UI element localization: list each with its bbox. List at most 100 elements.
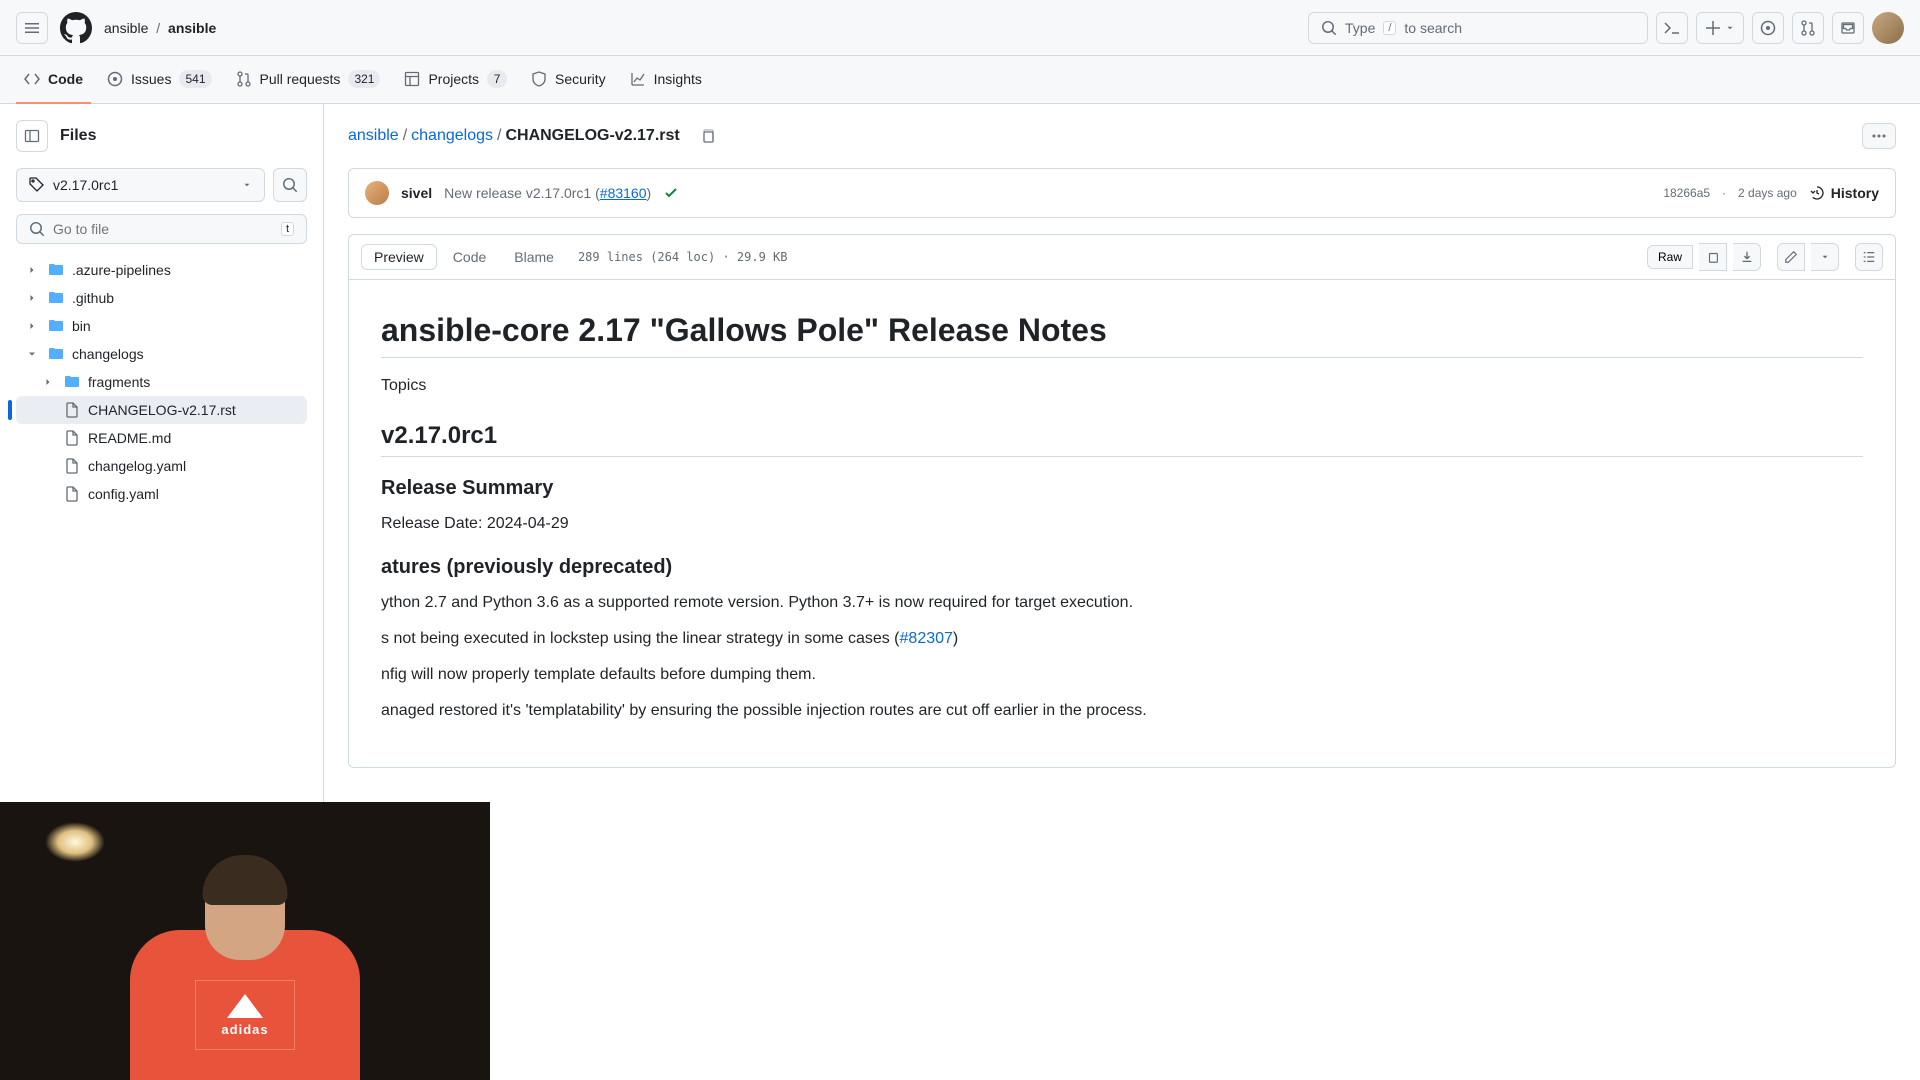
history-button[interactable]: History (1809, 185, 1879, 201)
tree-item-config-yaml[interactable]: config.yaml (16, 480, 307, 508)
hamburger-menu-button[interactable] (16, 12, 48, 44)
path-root-link[interactable]: ansible (348, 127, 399, 145)
create-new-button[interactable] (1696, 12, 1744, 44)
tree-item--azure-pipelines[interactable]: .azure-pipelines (16, 256, 307, 284)
file-icon (64, 486, 80, 502)
tab-blame[interactable]: Blame (502, 244, 566, 270)
issues-count-badge: 541 (179, 70, 211, 88)
tab-preview[interactable]: Preview (361, 244, 437, 270)
global-search-input[interactable]: Type / to search (1308, 12, 1648, 44)
tab-insights[interactable]: Insights (622, 56, 710, 104)
tree-item-changelog-yaml[interactable]: changelog.yaml (16, 452, 307, 480)
doc-bug-3: anaged restored it's 'templatability' by… (381, 699, 1863, 723)
projects-count-badge: 7 (487, 70, 507, 88)
copy-path-button[interactable] (692, 120, 724, 152)
tree-item-changelog-v2-17-rst[interactable]: CHANGELOG-v2.17.rst (16, 396, 307, 424)
inbox-button[interactable] (1832, 12, 1864, 44)
tab-insights-label: Insights (654, 71, 702, 87)
doc-h2-version: v2.17.0rc1 (381, 422, 1863, 457)
folder-icon (64, 374, 80, 390)
file-icon (64, 458, 80, 474)
tree-item--github[interactable]: .github (16, 284, 307, 312)
chevron-down-icon (1725, 23, 1735, 33)
commit-time: 2 days ago (1738, 186, 1797, 200)
tree-item-changelogs[interactable]: changelogs (16, 340, 307, 368)
tab-issues[interactable]: Issues 541 (99, 56, 220, 104)
edit-dropdown-button[interactable] (1811, 243, 1839, 271)
file-path-breadcrumb: ansible / changelogs / CHANGELOG-v2.17.r… (348, 120, 724, 152)
branch-name: v2.17.0rc1 (53, 177, 118, 193)
outline-button[interactable] (1855, 243, 1883, 271)
tab-pulls-label: Pull requests (260, 71, 341, 87)
doc-h1: ansible-core 2.17 "Gallows Pole" Release… (381, 312, 1863, 358)
chevron-down-icon (242, 180, 252, 190)
commit-sha[interactable]: 18266a5 (1663, 186, 1710, 200)
chevron-icon (40, 376, 56, 388)
doc-release-date: Release Date: 2024-04-29 (381, 512, 1863, 536)
chevron-icon (24, 292, 40, 304)
tab-pull-requests[interactable]: Pull requests 321 (228, 56, 389, 104)
download-button[interactable] (1733, 243, 1761, 271)
command-palette-button[interactable] (1656, 12, 1688, 44)
tree-item-label: changelogs (72, 346, 144, 362)
raw-button[interactable]: Raw (1647, 245, 1693, 269)
issues-button[interactable] (1752, 12, 1784, 44)
tree-item-readme-md[interactable]: README.md (16, 424, 307, 452)
doc-h3-removed: atures (previously deprecated) (381, 556, 1863, 579)
more-options-button[interactable] (1862, 123, 1896, 149)
user-avatar[interactable] (1872, 12, 1904, 44)
search-icon (29, 221, 45, 237)
tree-item-label: fragments (88, 374, 150, 390)
search-placeholder-prefix: Type (1345, 20, 1375, 36)
folder-icon (48, 262, 64, 278)
branch-selector[interactable]: v2.17.0rc1 (16, 168, 265, 202)
pull-requests-button[interactable] (1792, 12, 1824, 44)
folder-icon (48, 290, 64, 306)
github-logo-icon[interactable] (60, 12, 92, 44)
tree-item-bin[interactable]: bin (16, 312, 307, 340)
webcam-shirt-logo: adidas (195, 980, 295, 1050)
plus-icon (1705, 20, 1721, 36)
chevron-icon (24, 264, 40, 276)
tree-item-label: changelog.yaml (88, 458, 186, 474)
folder-icon (48, 346, 64, 362)
file-icon (64, 402, 80, 418)
tree-item-fragments[interactable]: fragments (16, 368, 307, 396)
doc-topics: Topics (381, 374, 1863, 398)
tree-search-button[interactable] (273, 168, 307, 202)
owner-link[interactable]: ansible (104, 20, 148, 36)
file-icon (64, 430, 80, 446)
code-icon (24, 71, 40, 87)
commit-author-avatar[interactable] (365, 181, 389, 205)
commit-pr-link[interactable]: #83160 (600, 185, 647, 201)
repo-link[interactable]: ansible (168, 20, 216, 36)
tree-item-label: .github (72, 290, 114, 306)
webcam-person: adidas (115, 840, 375, 1080)
tab-projects-label: Projects (428, 71, 479, 87)
tab-code[interactable]: Code (16, 56, 91, 104)
doc-bug-link[interactable]: #82307 (900, 630, 953, 647)
pulls-count-badge: 321 (348, 70, 380, 88)
path-folder-link[interactable]: changelogs (411, 127, 493, 145)
toggle-sidebar-button[interactable] (16, 120, 48, 152)
file-filter-field[interactable] (53, 221, 273, 237)
check-success-icon[interactable] (663, 185, 679, 201)
history-icon (1809, 185, 1825, 201)
tab-code-label: Code (48, 71, 83, 87)
tree-item-label: README.md (88, 430, 171, 446)
tree-item-label: bin (72, 318, 91, 334)
edit-button[interactable] (1777, 243, 1805, 271)
tab-issues-label: Issues (131, 71, 171, 87)
tree-item-label: CHANGELOG-v2.17.rst (88, 402, 236, 418)
tab-security[interactable]: Security (523, 56, 614, 104)
file-stats: 289 lines (264 loc) · 29.9 KB (578, 250, 788, 264)
commit-message[interactable]: New release v2.17.0rc1 (#83160) (444, 185, 651, 201)
tab-projects[interactable]: Projects 7 (396, 56, 515, 104)
doc-bug-1: s not being executed in lockstep using t… (381, 627, 1863, 651)
tab-code-view[interactable]: Code (441, 244, 498, 270)
file-toolbar: Preview Code Blame 289 lines (264 loc) ·… (348, 234, 1896, 280)
file-filter-input[interactable]: t (16, 214, 307, 244)
copy-raw-button[interactable] (1699, 243, 1727, 271)
commit-author-name[interactable]: sivel (401, 185, 432, 201)
shield-icon (531, 71, 547, 87)
